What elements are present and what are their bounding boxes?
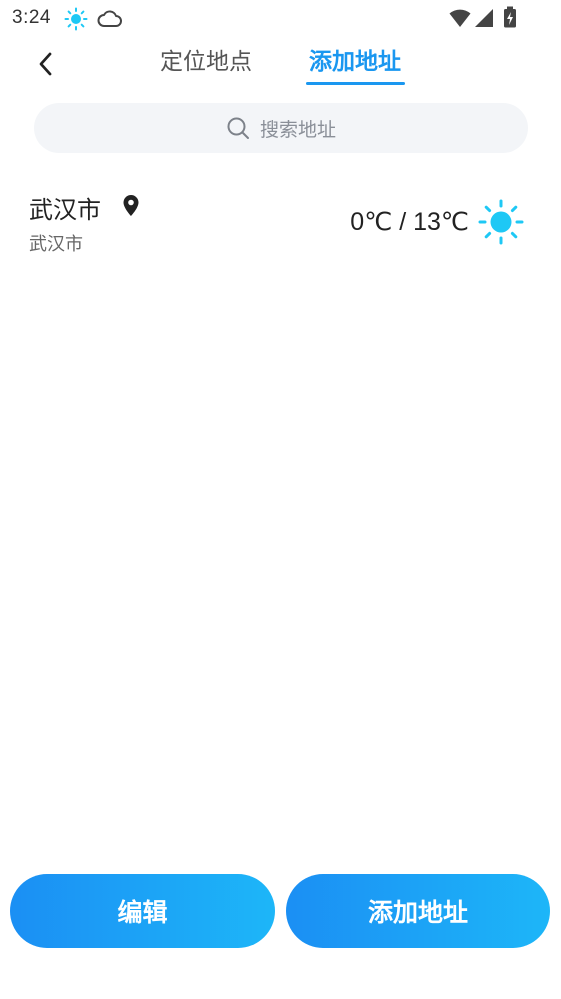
- sunny-icon: [478, 199, 524, 245]
- tab-location[interactable]: 定位地点: [150, 44, 262, 84]
- list-item[interactable]: 武汉市 武汉市 0℃ / 13℃: [0, 180, 561, 266]
- search-input[interactable]: 搜索地址: [34, 103, 528, 153]
- back-button[interactable]: [26, 44, 66, 84]
- temperature-range: 0℃ / 13℃: [350, 208, 469, 236]
- city-subtitle: 武汉市: [29, 234, 83, 255]
- search-placeholder: 搜索地址: [259, 118, 336, 141]
- add-address-button[interactable]: 添加地址: [286, 874, 550, 948]
- cloud-icon: [97, 10, 122, 27]
- status-bar: 3:24: [0, 0, 561, 38]
- edit-button[interactable]: 编辑: [10, 874, 275, 948]
- active-tab-indicator: [306, 82, 405, 85]
- city-name: 武汉市: [29, 196, 101, 224]
- wifi-icon: [449, 9, 471, 27]
- sun-icon: [64, 7, 88, 31]
- status-time: 3:24: [12, 7, 51, 28]
- tab-add-address[interactable]: 添加地址: [300, 44, 410, 84]
- search-icon: [227, 117, 249, 139]
- location-pin-icon: [123, 195, 139, 216]
- signal-icon: [475, 9, 493, 27]
- chevron-left-icon: [39, 52, 52, 76]
- battery-charging-icon: [504, 6, 516, 28]
